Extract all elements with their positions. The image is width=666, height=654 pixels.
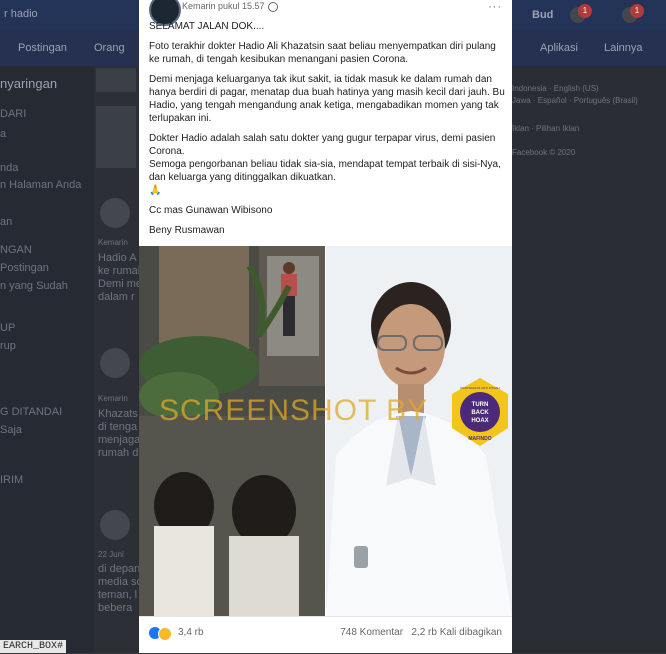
globe-icon (267, 1, 278, 12)
sidebar-label: G DITANDAI (0, 406, 63, 418)
profile-name[interactable]: Bud (532, 9, 553, 21)
svg-text:HOAX: HOAX (471, 418, 488, 424)
post-stats: 748 Komentar 2,2 rb Kali dibagikan (340, 627, 502, 638)
sidebar-label[interactable]: rup (0, 340, 16, 352)
footer-links[interactable]: Iklan · Pilihan Iklan (512, 124, 579, 133)
result-text: Kemarin (98, 394, 128, 403)
sidebar-label[interactable]: n yang Sudah (0, 280, 68, 292)
result-text: ke rumah (98, 265, 144, 277)
post-body: SELAMAT JALAN DOK.... Foto terakhir dokt… (149, 20, 505, 244)
friends-badge: 1 (578, 4, 592, 18)
svg-text:BACK: BACK (471, 410, 489, 416)
photo-family-illustration (139, 246, 325, 616)
background-results-column: Kemarin Hadio A ke rumah Demi me dalam r… (94, 66, 144, 653)
sidebar-label: NGAN (0, 244, 32, 256)
post-photos[interactable]: SCREENSHOT BY TURN BACK HOAX MAFINDO MAS… (139, 246, 512, 616)
search-text[interactable]: r hadio (4, 8, 38, 20)
result-text: Kemarin (98, 238, 128, 247)
sidebar-label[interactable]: n Halaman Anda (0, 179, 81, 191)
copyright: Facebook © 2020 (512, 148, 576, 157)
more-options-icon[interactable]: ··· (488, 1, 502, 13)
language-links[interactable]: Indonesia · English (US) (512, 84, 599, 93)
post-timestamp[interactable]: Kemarin pukul 15.57 (182, 1, 278, 12)
post-paragraph: Foto terakhir dokter Hadio Ali Khazatsin… (149, 41, 496, 65)
avatar (100, 198, 130, 228)
photo-family-at-gate[interactable] (139, 246, 325, 616)
result-text: menjaga (98, 434, 141, 446)
nav-apps[interactable]: Aplikasi (540, 42, 578, 54)
comments-count[interactable]: 748 Komentar (340, 627, 403, 638)
post-paragraph: Demi menjaga keluarganya tak ikut sakit,… (149, 74, 505, 124)
result-text: media so (98, 576, 143, 588)
post-paragraph: SELAMAT JALAN DOK.... (149, 21, 265, 32)
result-text: 22 Juni (98, 550, 124, 559)
status-bar: EARCH_BOX# (0, 640, 67, 653)
nav-people[interactable]: Orang (94, 42, 125, 54)
sidebar-label: DARI (0, 108, 27, 120)
sad-reaction-icon[interactable] (158, 627, 172, 641)
sidebar-label[interactable]: a (0, 128, 6, 140)
post-paragraph: Dokter Hadio adalah salah satu dokter ya… (149, 133, 501, 196)
sidebar-title: nyaringan (0, 76, 58, 91)
post-paragraph: Beny Rusmawan (149, 225, 225, 236)
shares-count[interactable]: 2,2 rb Kali dibagikan (411, 627, 502, 638)
avatar (100, 510, 130, 540)
nav-posts[interactable]: Postingan (18, 42, 67, 54)
result-text: Hadio A (98, 252, 137, 264)
reaction-count[interactable]: 3,4 rb (178, 627, 204, 638)
svg-text:MASYARAKAT ANTI FITNAH: MASYARAKAT ANTI FITNAH (460, 386, 499, 390)
sidebar-label[interactable]: Saja (0, 424, 22, 436)
result-text: Demi me (98, 278, 143, 290)
language-links[interactable]: Jawa · Español · Português (Brasil) (512, 96, 638, 105)
result-text: rumah d (98, 447, 139, 459)
post-paragraph: Cc mas Gunawan Wibisono (149, 205, 273, 216)
sidebar-label: UP (0, 322, 16, 334)
thumbnail (96, 106, 136, 168)
result-text: di tenga (98, 421, 138, 433)
result-text: di depan (98, 563, 141, 575)
post-footer: 3,4 rb 748 Komentar 2,2 rb Kali dibagika… (139, 616, 512, 654)
result-text: bebera (98, 602, 133, 614)
avatar (100, 348, 130, 378)
nav-more[interactable]: Lainnya (604, 42, 643, 54)
sidebar-label: an (0, 216, 13, 228)
right-column: Indonesia · English (US) Jawa · Español … (512, 66, 666, 653)
sidebar-label[interactable]: nda (0, 162, 18, 174)
filter-sidebar: nyaringan DARI a nda n Halaman Anda an N… (0, 66, 94, 653)
sidebar-label: IRIM (0, 474, 24, 486)
screenshot-watermark: SCREENSHOT BY (159, 394, 429, 427)
sidebar-label[interactable]: Postingan (0, 262, 49, 274)
post-card: Kemarin pukul 15.57 ··· SELAMAT JALAN DO… (139, 0, 512, 653)
thumbnail (96, 68, 136, 92)
result-text: dalam r (98, 291, 135, 303)
svg-text:MAFINDO: MAFINDO (468, 436, 491, 442)
result-text: teman, l (98, 589, 138, 601)
timestamp-text[interactable]: Kemarin pukul 15.57 (182, 1, 265, 11)
mafindo-logo: TURN BACK HOAX MAFINDO MASYARAKAT ANTI F… (449, 376, 511, 448)
svg-text:TURN: TURN (472, 402, 489, 408)
notifications-badge: 1 (630, 4, 644, 18)
result-text: Khazats (98, 408, 138, 420)
